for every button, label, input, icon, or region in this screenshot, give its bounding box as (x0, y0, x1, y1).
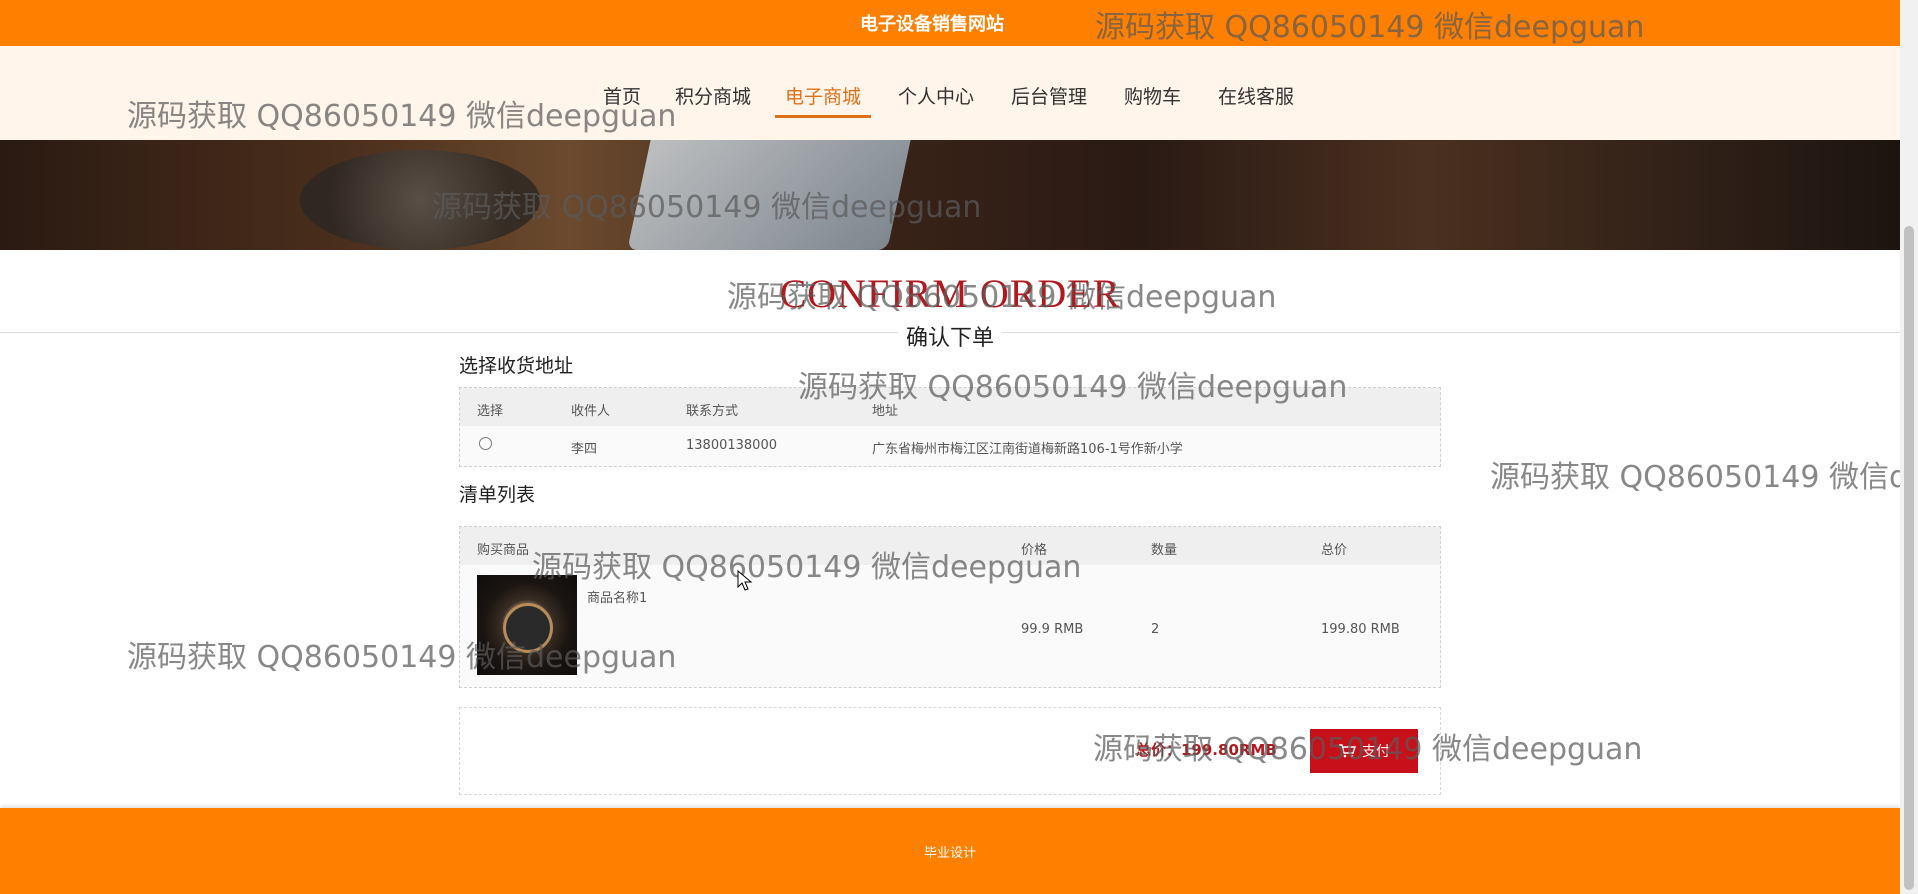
page-scrollbar[interactable] (1900, 0, 1918, 894)
product-total: 199.80 RMB (1321, 622, 1400, 637)
nav-item-cart[interactable]: 购物车 (1114, 82, 1191, 115)
product-watch-image[interactable] (477, 575, 577, 675)
nav-item-points-mall[interactable]: 积分商城 (665, 82, 761, 115)
watermark: 源码获取 QQ86050149 微信deepguan (1490, 460, 1900, 495)
product-quantity: 2 (1151, 622, 1160, 637)
product-price: 99.9 RMB (1021, 622, 1084, 637)
main-nav: 首页 积分商城 电子商城 个人中心 后台管理 购物车 在线客服 (0, 46, 1900, 140)
nav-item-admin[interactable]: 后台管理 (1001, 82, 1097, 115)
order-summary: 总价：199.80RMB 支付 (459, 707, 1441, 795)
pay-button[interactable]: 支付 (1310, 729, 1418, 773)
nav-item-home[interactable]: 首页 (593, 82, 651, 115)
item-col-total: 总价 (1321, 543, 1348, 558)
banner-cup-shape (300, 150, 540, 250)
address-col-address: 地址 (872, 404, 899, 419)
footer-text: 毕业设计 (923, 846, 976, 861)
hero-banner-image (0, 140, 1900, 250)
item-col-price: 价格 (1021, 543, 1048, 558)
site-title: 电子设备销售网站 (860, 14, 1004, 35)
address-phone: 13800138000 (686, 438, 777, 453)
section-title-cn-text: 确认下单 (897, 326, 1002, 351)
nav-item-online-service[interactable]: 在线客服 (1208, 82, 1304, 115)
address-section-label: 选择收货地址 (459, 355, 574, 377)
item-table-header: 购买商品 价格 数量 总价 (460, 527, 1440, 565)
cart-icon (1338, 744, 1356, 758)
pay-button-label: 支付 (1362, 743, 1390, 759)
section-title-cn: 确认下单 (0, 320, 1900, 352)
item-table: 购买商品 价格 数量 总价 商品名称1 99.9 RMB 2 199.80 RM… (459, 526, 1441, 688)
address-table: 选择 收件人 联系方式 地址 李四 13800138000 广东省梅州市梅江区江… (459, 387, 1441, 467)
banner-phone-shape (627, 140, 913, 250)
nav-item-personal-center[interactable]: 个人中心 (888, 82, 984, 115)
order-total-text: 总价：199.80RMB (1136, 741, 1277, 759)
item-row: 商品名称1 99.9 RMB 2 199.80 RMB (460, 565, 1440, 685)
mouse-cursor-icon (737, 569, 753, 592)
address-col-select: 选择 (477, 404, 504, 419)
footer-bar: 毕业设计 (0, 808, 1900, 894)
item-col-quantity: 数量 (1151, 543, 1178, 558)
address-col-recipient: 收件人 (571, 404, 611, 419)
product-name[interactable]: 商品名称1 (587, 587, 647, 606)
item-col-product: 购买商品 (477, 543, 530, 558)
address-row[interactable]: 李四 13800138000 广东省梅州市梅江区江南街道梅新路106-1号作新小… (460, 426, 1440, 464)
address-radio[interactable] (479, 437, 492, 450)
address-table-header: 选择 收件人 联系方式 地址 (460, 388, 1440, 426)
top-header-bar: 电子设备销售网站 (0, 0, 1900, 46)
section-title-en: CONFIRM ORDER (779, 271, 1121, 316)
item-list-label: 清单列表 (459, 484, 536, 506)
scrollbar-thumb[interactable] (1904, 226, 1914, 890)
address-col-phone: 联系方式 (686, 404, 739, 419)
nav-item-electronics-mall[interactable]: 电子商城 (775, 82, 872, 118)
address-recipient: 李四 (571, 442, 598, 457)
address-detail: 广东省梅州市梅江区江南街道梅新路106-1号作新小学 (872, 442, 1183, 457)
